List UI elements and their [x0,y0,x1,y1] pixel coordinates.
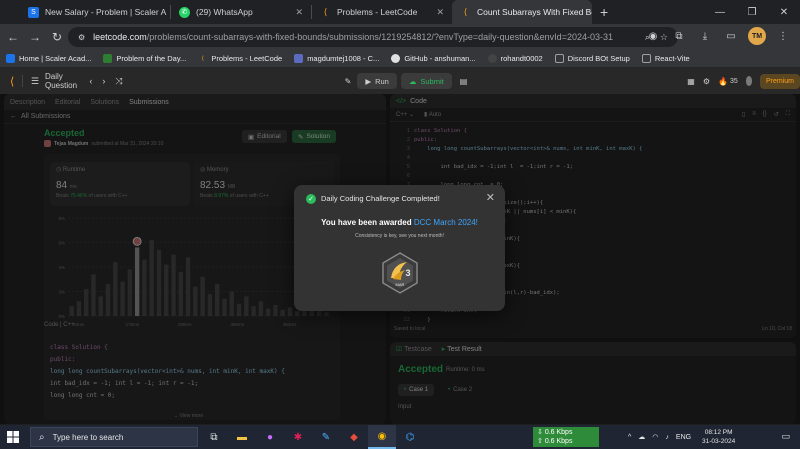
windows-start-icon[interactable] [0,425,26,449]
wifi-icon[interactable]: ◠ [652,433,658,441]
tab-count-subarrays[interactable]: ⟨ Count Subarrays With Fixed Bo ✕ [452,0,592,24]
bookmark-item[interactable]: Problem of the Day... [103,54,186,63]
app-icon[interactable]: ◆ [340,425,368,449]
whatsapp-icon: ✆ [179,6,190,18]
bookmark-item[interactable]: React-Vite [641,54,690,63]
chrome-icon[interactable]: ◉ [368,425,396,449]
notification-icon[interactable]: ▭ [781,431,790,442]
close-icon[interactable]: ✕ [289,7,303,18]
tab-scaler[interactable]: S New Salary - Problem | Scaler A ✕ [20,0,170,24]
scaler-icon [6,54,15,63]
separator [22,75,23,87]
tab-leetcode-problems[interactable]: ⟨ Problems - LeetCode ✕ [312,0,452,24]
modal-title: Daily Coding Challenge Completed! [321,194,440,203]
leetcode-icon: ⟨ [323,6,328,17]
leetcode-header: ⟨ ☰ Daily Question ‹ › ⤨ ✎ ▶ Run ☁ Submit … [0,68,800,94]
next-icon[interactable]: › [102,76,105,86]
restore-icon[interactable]: ❐ [736,0,768,24]
windows-taskbar: ⌕ Type here to search ⧉ ▬ ● ✱ ✎ ◆ ◉ ⌬ ⇩ … [0,425,800,449]
run-button[interactable]: ▶ Run [357,73,397,89]
puzzle-icon[interactable]: ⧉ [670,27,688,45]
download-icon[interactable]: ⤓ [696,27,714,45]
prev-icon[interactable]: ‹ [89,76,92,86]
system-tray: ^ ☁ ◠ ♪ ENG [628,425,691,449]
streak-count: 35 [729,77,738,85]
slack-icon[interactable]: ✱ [284,425,312,449]
leetcode-icon: ⟨ [201,56,204,62]
taskbar-search-input[interactable]: ⌕ Type here to search [30,427,198,447]
close-window-icon[interactable]: ✕ [768,0,800,24]
user-avatar[interactable] [745,76,752,86]
network-speed-widget[interactable]: ⇩ 0.6 Kbps ⇧ 0.6 Kbps [533,427,599,447]
minimize-icon[interactable]: — [704,0,736,24]
bookmark-item[interactable]: Discord BOt Setup [554,54,630,63]
language-indicator[interactable]: ENG [676,434,691,441]
chevron-up-icon[interactable]: ^ [628,434,631,441]
bookmark-item[interactable]: ⟨ Problems - LeetCode [198,54,283,63]
forward-icon[interactable]: → [24,26,46,48]
bookmark-item[interactable]: rohandt0002 [487,54,543,63]
clock[interactable]: 08:12 PM 31-03-2024 [702,428,735,446]
extension-icon[interactable]: ◉ [644,27,662,45]
daily-question-label[interactable]: Daily Question [45,72,77,90]
messenger-icon[interactable]: ● [256,425,284,449]
address-bar-row: ← → ↻ ⚙ leetcode.com/problems/count-suba… [0,24,800,50]
leetcode-icon: ⟨ [463,6,468,17]
settings-icon[interactable]: ⚙ [703,77,710,86]
site-info-icon[interactable]: ⚙ [78,33,85,42]
dcc-badge-icon: 3 MAR [382,252,418,294]
leetcode-logo-icon[interactable]: ⟨ [10,75,14,88]
file-explorer-icon[interactable]: ▬ [228,425,256,449]
github-icon [391,54,401,63]
edit-icon[interactable]: ✎ [312,425,340,449]
bookmark-item[interactable]: Home | Scaler Acad... [6,54,91,63]
folder-icon [554,54,564,63]
vscode-icon[interactable]: ⌬ [396,425,424,449]
folder-icon [641,54,651,63]
check-icon: ✓ [306,194,316,204]
back-icon[interactable]: ← [2,26,24,48]
browser-tab-bar: S New Salary - Problem | Scaler A ✕ ✆ (2… [0,0,800,24]
bookmark-item[interactable]: GitHub - anshuman... [391,54,476,63]
notes-icon[interactable]: ▤ [460,77,468,86]
badge-month: MAR [396,282,405,287]
close-icon[interactable]: ✕ [166,7,170,18]
scaler-icon: S [28,6,39,18]
shuffle-icon[interactable]: ⤨ [115,76,122,87]
award-subtitle: Consistency is key, see you next month! [355,233,444,239]
submit-button[interactable]: ☁ Submit [400,73,452,89]
reload-icon[interactable]: ↻ [46,26,68,48]
bookmarks-bar: Home | Scaler Acad... Problem of the Day… [0,50,800,68]
task-view-icon[interactable]: ⧉ [200,425,228,449]
profile-avatar[interactable]: TM [748,27,766,45]
sidebar-icon[interactable]: ▭ [722,27,740,45]
cloud-icon[interactable]: ☁ [638,433,645,441]
premium-button[interactable]: Premium [760,73,800,89]
list-icon[interactable]: ☰ [31,76,39,87]
award-text: You have been awarded DCC March 2024! [321,218,478,227]
close-icon[interactable]: ✕ [430,7,444,18]
codechef-icon [294,54,304,63]
play-icon: ▶ [365,76,372,86]
new-tab-button[interactable]: + [592,4,616,20]
volume-icon[interactable]: ♪ [665,434,669,441]
debug-icon[interactable]: ✎ [345,77,352,86]
github-icon [487,54,497,63]
url-bar[interactable]: ⚙ leetcode.com/problems/count-subarrays-… [68,27,678,47]
tab-whatsapp[interactable]: ✆ (29) WhatsApp ✕ [171,0,311,24]
close-icon[interactable]: ✕ [486,191,495,204]
badge-number: 3 [405,268,410,278]
layout-icon[interactable]: ▦ [687,77,695,86]
streak-fire-icon[interactable]: 🔥 [718,77,728,86]
bookmark-item[interactable]: magdumtej1008 - C... [294,54,379,63]
gfg-icon [103,54,113,63]
dcc-award-modal: ✓ Daily Coding Challenge Completed! ✕ Yo… [294,185,505,311]
upload-icon: ☁ [408,76,417,86]
search-icon: ⌕ [39,431,45,443]
menu-icon[interactable]: ⋮ [774,27,792,45]
